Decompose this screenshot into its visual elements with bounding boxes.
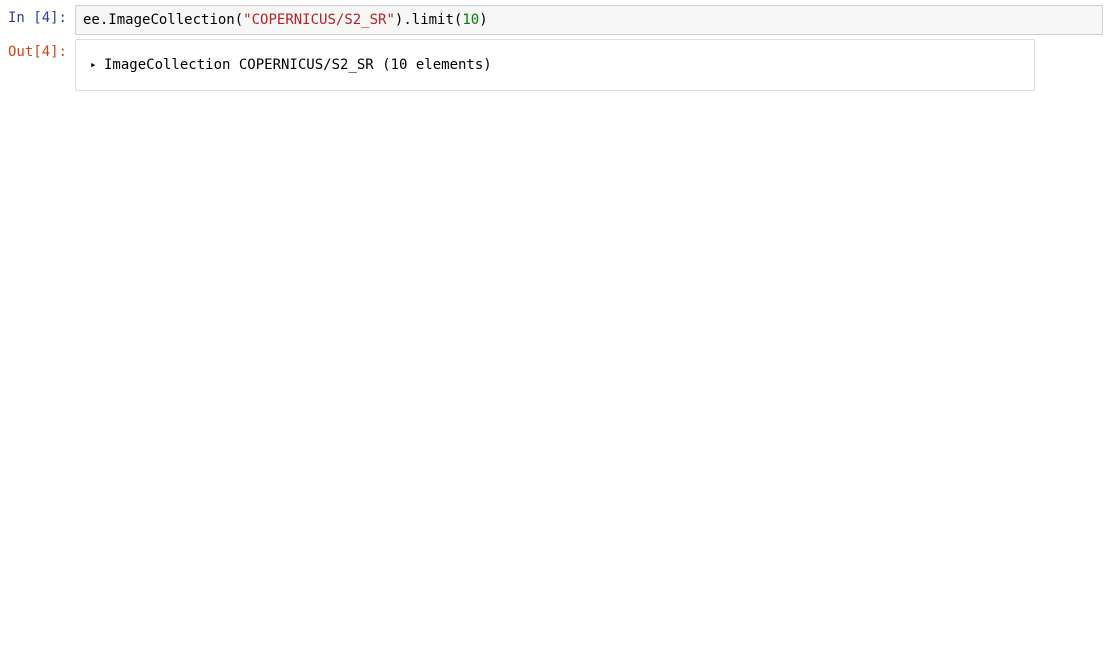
code-token: ee bbox=[83, 12, 100, 28]
code-token: ( bbox=[235, 12, 243, 28]
code-token: ImageCollection bbox=[108, 12, 234, 28]
code-token: ) bbox=[479, 12, 487, 28]
in-prompt: In [4]: bbox=[5, 5, 75, 35]
code-token: . bbox=[403, 12, 411, 28]
code-token: "COPERNICUS/S2_SR" bbox=[243, 12, 395, 28]
output-area: ▸ ImageCollection COPERNICUS/S2_SR (10 e… bbox=[75, 39, 1035, 91]
tree-node[interactable]: ▸ ImageCollection COPERNICUS/S2_SR (10 e… bbox=[90, 56, 1020, 74]
output-cell: Out[4]: ▸ ImageCollection COPERNICUS/S2_… bbox=[5, 39, 1103, 91]
output-cell-content: ▸ ImageCollection COPERNICUS/S2_SR (10 e… bbox=[75, 39, 1103, 91]
expand-arrow-icon: ▸ bbox=[90, 58, 102, 72]
input-cell-content: ee.ImageCollection("COPERNICUS/S2_SR").l… bbox=[75, 5, 1103, 35]
input-cell: In [4]: ee. ImageCollection("COPERNICUS/S… bbox=[5, 5, 1103, 35]
code-token: limit bbox=[412, 12, 454, 28]
code-input[interactable]: ee.ImageCollection("COPERNICUS/S2_SR").l… bbox=[75, 5, 1103, 35]
tree-label: ImageCollection COPERNICUS/S2_SR (10 ele… bbox=[104, 56, 492, 74]
code-token: 10 bbox=[462, 12, 479, 28]
out-prompt: Out[4]: bbox=[5, 39, 75, 91]
